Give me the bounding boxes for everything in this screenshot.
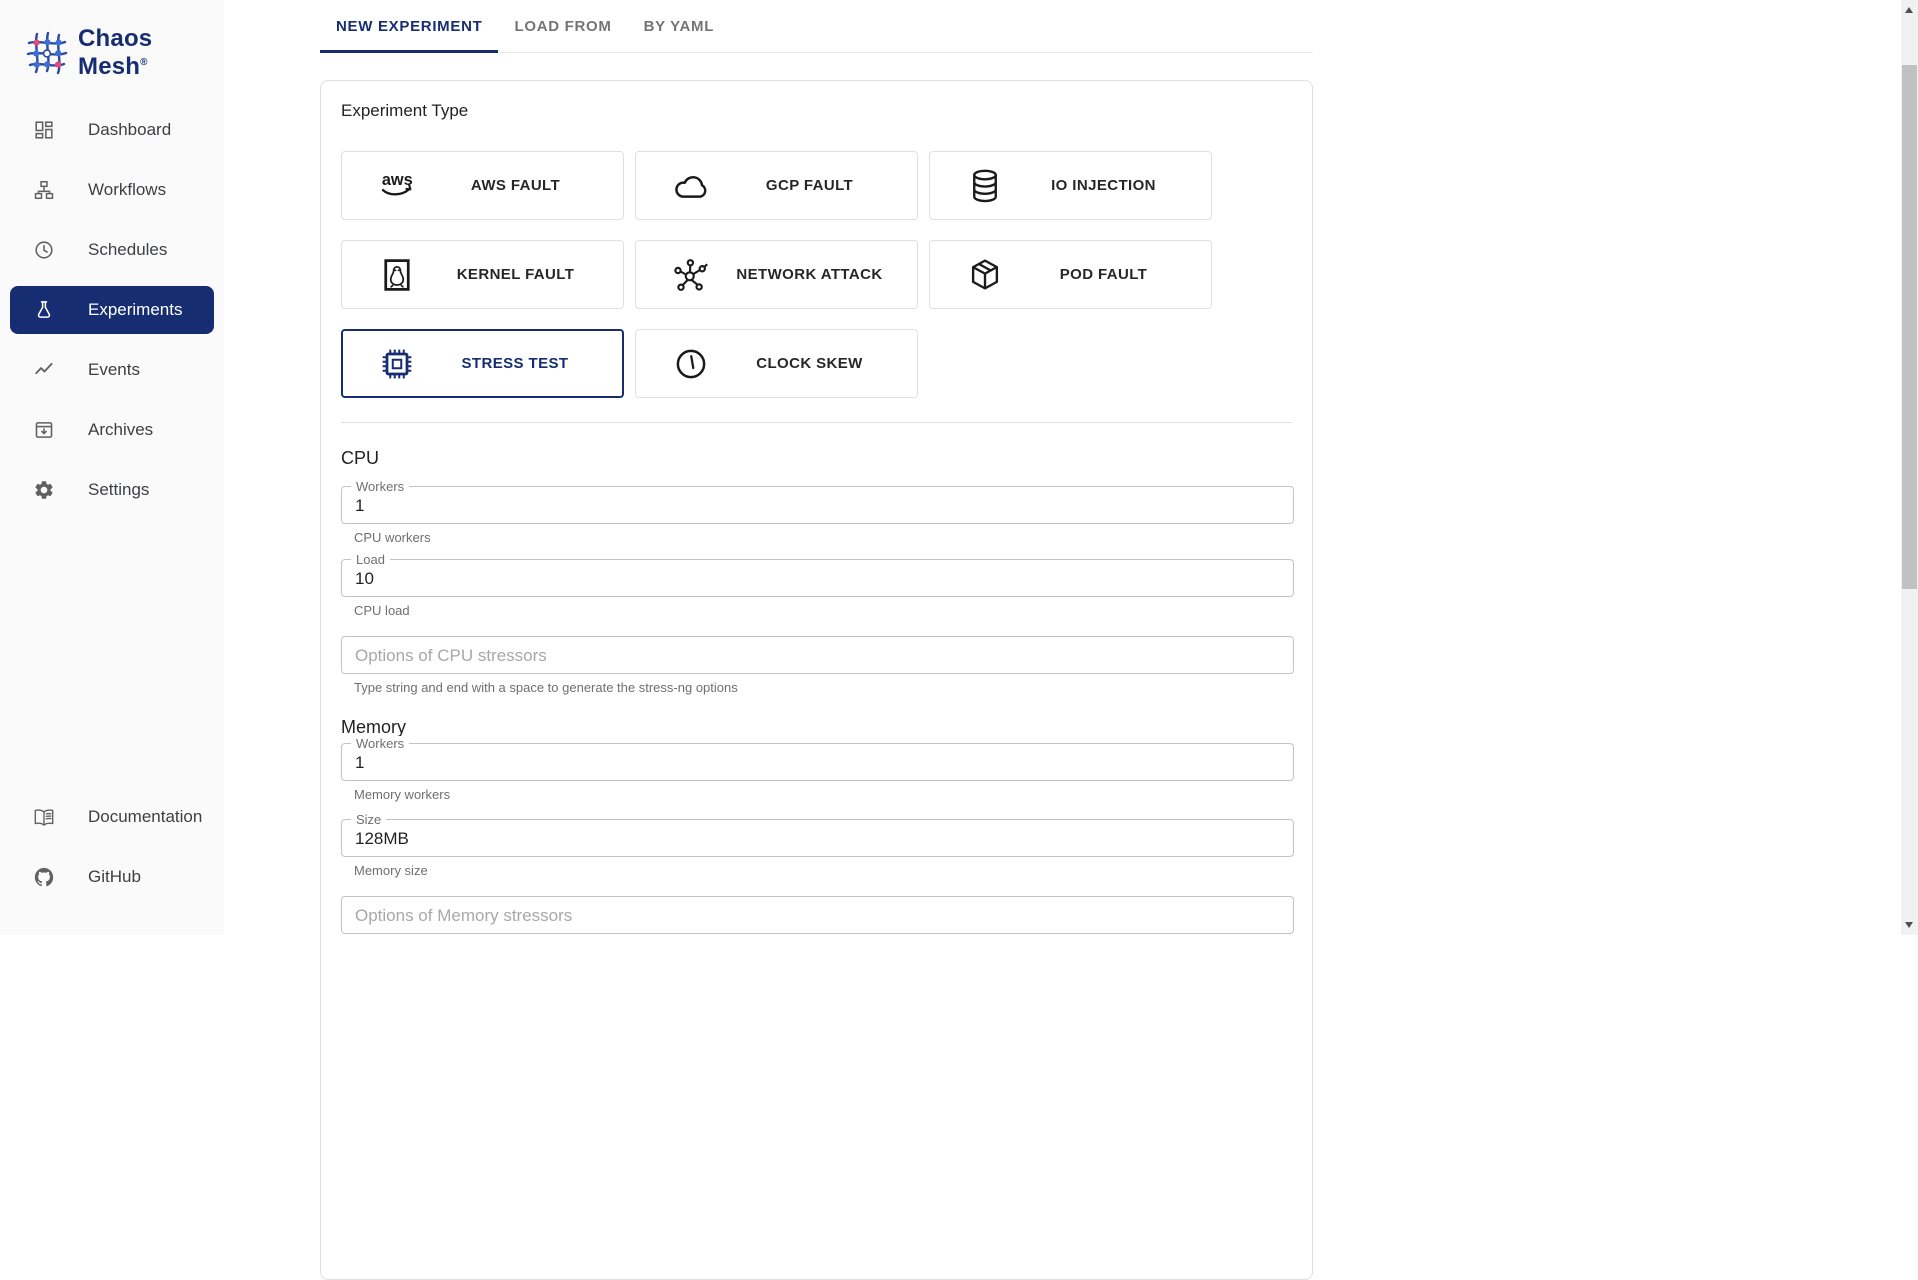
sidebar-item-label: Documentation [88, 807, 202, 827]
sidebar-item-label: Events [88, 360, 140, 380]
sidebar-item-label: Workflows [88, 180, 166, 200]
main-content: NEW EXPERIMENT LOAD FROM BY YAML Experim… [224, 0, 1901, 935]
sidebar-item-events[interactable]: Events [10, 346, 214, 394]
type-card-label: IO INJECTION [1006, 177, 1211, 194]
scrollbar-up-arrow-icon[interactable] [1905, 7, 1913, 13]
chaos-mesh-logo[interactable]: Chaos Mesh® [0, 0, 224, 106]
memory-workers-helper: Memory workers [354, 787, 1292, 802]
tab-new-experiment[interactable]: NEW EXPERIMENT [320, 0, 498, 52]
memory-heading: Memory [341, 717, 1292, 738]
linux-penguin-icon [376, 254, 418, 296]
type-card-label: STRESS TEST [418, 355, 622, 372]
cpu-workers-input[interactable] [342, 487, 1293, 523]
type-card-pod-fault[interactable]: POD FAULT [929, 240, 1212, 309]
brand-name: Chaos Mesh® [78, 25, 224, 81]
workflows-tree-icon [33, 179, 55, 201]
cpu-load-label: Load [351, 552, 390, 567]
sidebar-item-label: GitHub [88, 867, 141, 887]
clock-face-icon [670, 343, 712, 385]
dashboard-icon [33, 119, 55, 141]
sidebar-footer: Documentation GitHub [10, 793, 214, 913]
sidebar-item-schedules[interactable]: Schedules [10, 226, 214, 274]
cpu-load-field[interactable]: Load [341, 559, 1294, 597]
cpu-options-input[interactable] [342, 637, 1293, 673]
type-card-label: NETWORK ATTACK [712, 266, 917, 283]
sidebar-item-archives[interactable]: Archives [10, 406, 214, 454]
sidebar-nav: Dashboard Workflows Schedules [0, 106, 224, 514]
cpu-options-helper: Type string and end with a space to gene… [354, 680, 1292, 695]
type-card-io-injection[interactable]: IO INJECTION [929, 151, 1212, 220]
svg-text:aws: aws [382, 170, 413, 188]
memory-size-helper: Memory size [354, 863, 1292, 878]
database-icon [964, 165, 1006, 207]
github-icon [33, 866, 55, 888]
section-divider [341, 422, 1292, 423]
memory-options-input[interactable] [342, 897, 1293, 933]
archive-icon [33, 419, 55, 441]
sidebar-item-documentation[interactable]: Documentation [10, 793, 214, 841]
sidebar-item-label: Dashboard [88, 120, 171, 140]
sidebar-item-label: Settings [88, 480, 149, 500]
type-card-label: CLOCK SKEW [712, 355, 917, 372]
network-nodes-icon [670, 254, 712, 296]
scrollbar-down-arrow-icon[interactable] [1905, 922, 1913, 928]
scrollbar-thumb[interactable] [1902, 65, 1917, 589]
sidebar-item-label: Archives [88, 420, 153, 440]
tab-load-from[interactable]: LOAD FROM [498, 0, 627, 52]
cpu-workers-helper: CPU workers [354, 530, 1292, 545]
sidebar-item-settings[interactable]: Settings [10, 466, 214, 514]
memory-workers-field[interactable]: Workers [341, 743, 1294, 781]
experiment-type-heading: Experiment Type [341, 101, 1292, 121]
sidebar-item-label: Schedules [88, 240, 167, 260]
sidebar-item-workflows[interactable]: Workflows [10, 166, 214, 214]
aws-icon: aws [376, 165, 418, 207]
cloud-icon [670, 165, 712, 207]
tab-by-yaml[interactable]: BY YAML [628, 0, 730, 52]
type-card-label: KERNEL FAULT [418, 266, 623, 283]
new-experiment-card: Experiment Type aws AWS FAULT [320, 80, 1313, 1280]
cpu-options-field[interactable] [341, 636, 1294, 674]
type-card-label: AWS FAULT [418, 177, 623, 194]
sidebar-item-experiments[interactable]: Experiments [10, 286, 214, 334]
memory-workers-input[interactable] [342, 744, 1293, 780]
experiment-tabs: NEW EXPERIMENT LOAD FROM BY YAML [320, 0, 1313, 53]
memory-size-label: Size [351, 812, 386, 827]
type-card-kernel-fault[interactable]: KERNEL FAULT [341, 240, 624, 309]
cpu-chip-icon [376, 343, 418, 385]
sidebar: Chaos Mesh® Dashboard Workflows [0, 0, 224, 935]
memory-size-input[interactable] [342, 820, 1293, 856]
memory-workers-label: Workers [351, 736, 409, 751]
timeline-icon [33, 359, 55, 381]
type-card-gcp-fault[interactable]: GCP FAULT [635, 151, 918, 220]
mesh-logo-icon [24, 30, 70, 76]
type-card-network-attack[interactable]: NETWORK ATTACK [635, 240, 918, 309]
experiment-type-grid: aws AWS FAULT GCP FAULT [341, 151, 1292, 398]
type-card-aws-fault[interactable]: aws AWS FAULT [341, 151, 624, 220]
cpu-load-input[interactable] [342, 560, 1293, 596]
registered-mark: ® [140, 57, 148, 68]
cpu-workers-label: Workers [351, 479, 409, 494]
type-card-label: GCP FAULT [712, 177, 917, 194]
cube-icon [964, 254, 1006, 296]
sidebar-item-label: Experiments [88, 300, 182, 320]
memory-size-field[interactable]: Size [341, 819, 1294, 857]
cpu-heading: CPU [341, 448, 1292, 469]
gear-icon [33, 479, 55, 501]
cpu-workers-field[interactable]: Workers [341, 486, 1294, 524]
type-card-stress-test[interactable]: STRESS TEST [341, 329, 624, 398]
clock-icon [33, 239, 55, 261]
book-icon [33, 806, 55, 828]
sidebar-item-github[interactable]: GitHub [10, 853, 214, 901]
cpu-load-helper: CPU load [354, 603, 1292, 618]
type-card-label: POD FAULT [1006, 266, 1211, 283]
type-card-clock-skew[interactable]: CLOCK SKEW [635, 329, 918, 398]
page-scrollbar[interactable] [1901, 0, 1918, 935]
sidebar-item-dashboard[interactable]: Dashboard [10, 106, 214, 154]
flask-icon [33, 299, 55, 321]
memory-options-field[interactable] [341, 896, 1294, 934]
